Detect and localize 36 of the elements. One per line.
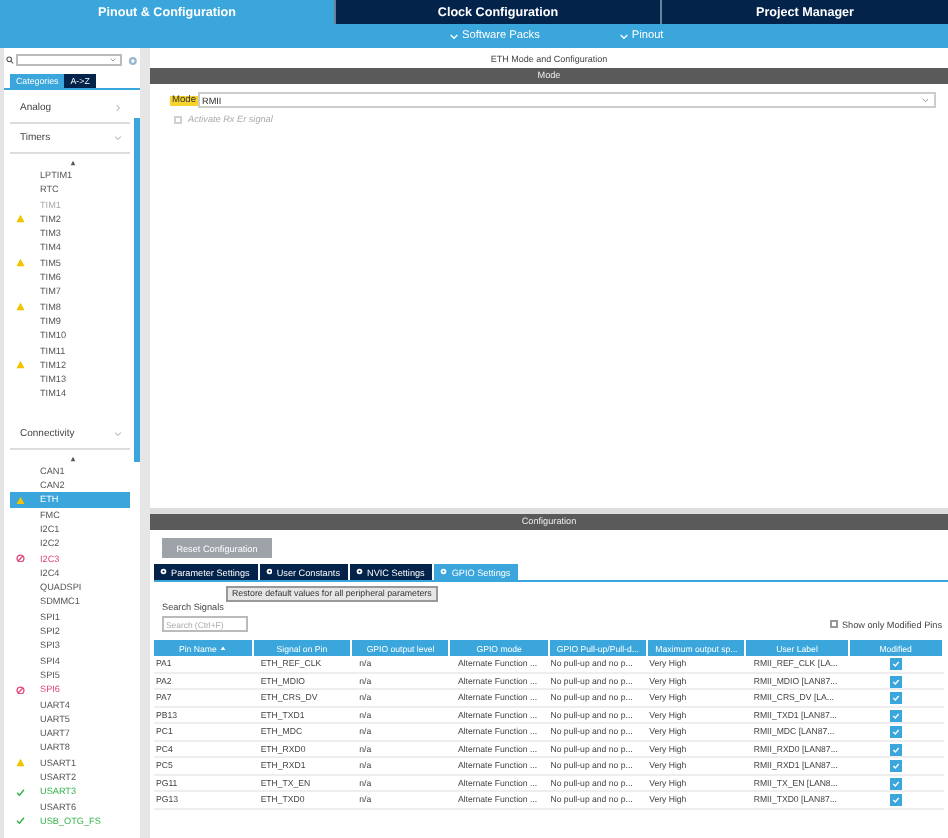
chevron-down-icon: [450, 33, 458, 39]
check-icon: [16, 816, 25, 826]
warning-icon: [16, 758, 25, 768]
checkbox[interactable]: [890, 692, 903, 705]
blocked-icon: [16, 553, 25, 563]
scroll-up-icon[interactable]: [70, 455, 76, 462]
checkbox[interactable]: [890, 726, 903, 739]
checkbox[interactable]: [890, 760, 903, 773]
gear-icon: [265, 568, 273, 576]
checkbox[interactable]: [890, 675, 903, 688]
chevron-icon: [114, 134, 122, 142]
scroll-up-icon[interactable]: [70, 160, 76, 166]
gear-icon: [160, 568, 167, 576]
checkbox[interactable]: [890, 777, 903, 790]
scrollbar-thumb[interactable]: [134, 118, 140, 462]
check-icon: [16, 787, 25, 797]
caret-icon: [921, 97, 928, 103]
checkbox[interactable]: [890, 743, 903, 756]
checkbox[interactable]: [890, 709, 903, 722]
checkbox[interactable]: [890, 794, 903, 807]
settings-icon[interactable]: [128, 55, 138, 65]
checkbox[interactable]: [890, 658, 903, 670]
warning-icon: [16, 302, 25, 312]
warning-icon: [16, 214, 25, 224]
gear-icon: [440, 568, 448, 576]
search-field[interactable]: [15, 54, 123, 66]
blocked-icon: [16, 685, 25, 695]
sort-icon: [220, 646, 227, 651]
warning-icon: [16, 495, 25, 505]
warning-icon: [16, 258, 25, 268]
checkbox[interactable]: [829, 620, 838, 628]
chevron-icon: [114, 104, 122, 112]
search-icon: [6, 56, 14, 64]
gear-icon: [356, 568, 363, 576]
warning-icon: [16, 360, 25, 370]
chevron-down-icon: [619, 33, 628, 39]
